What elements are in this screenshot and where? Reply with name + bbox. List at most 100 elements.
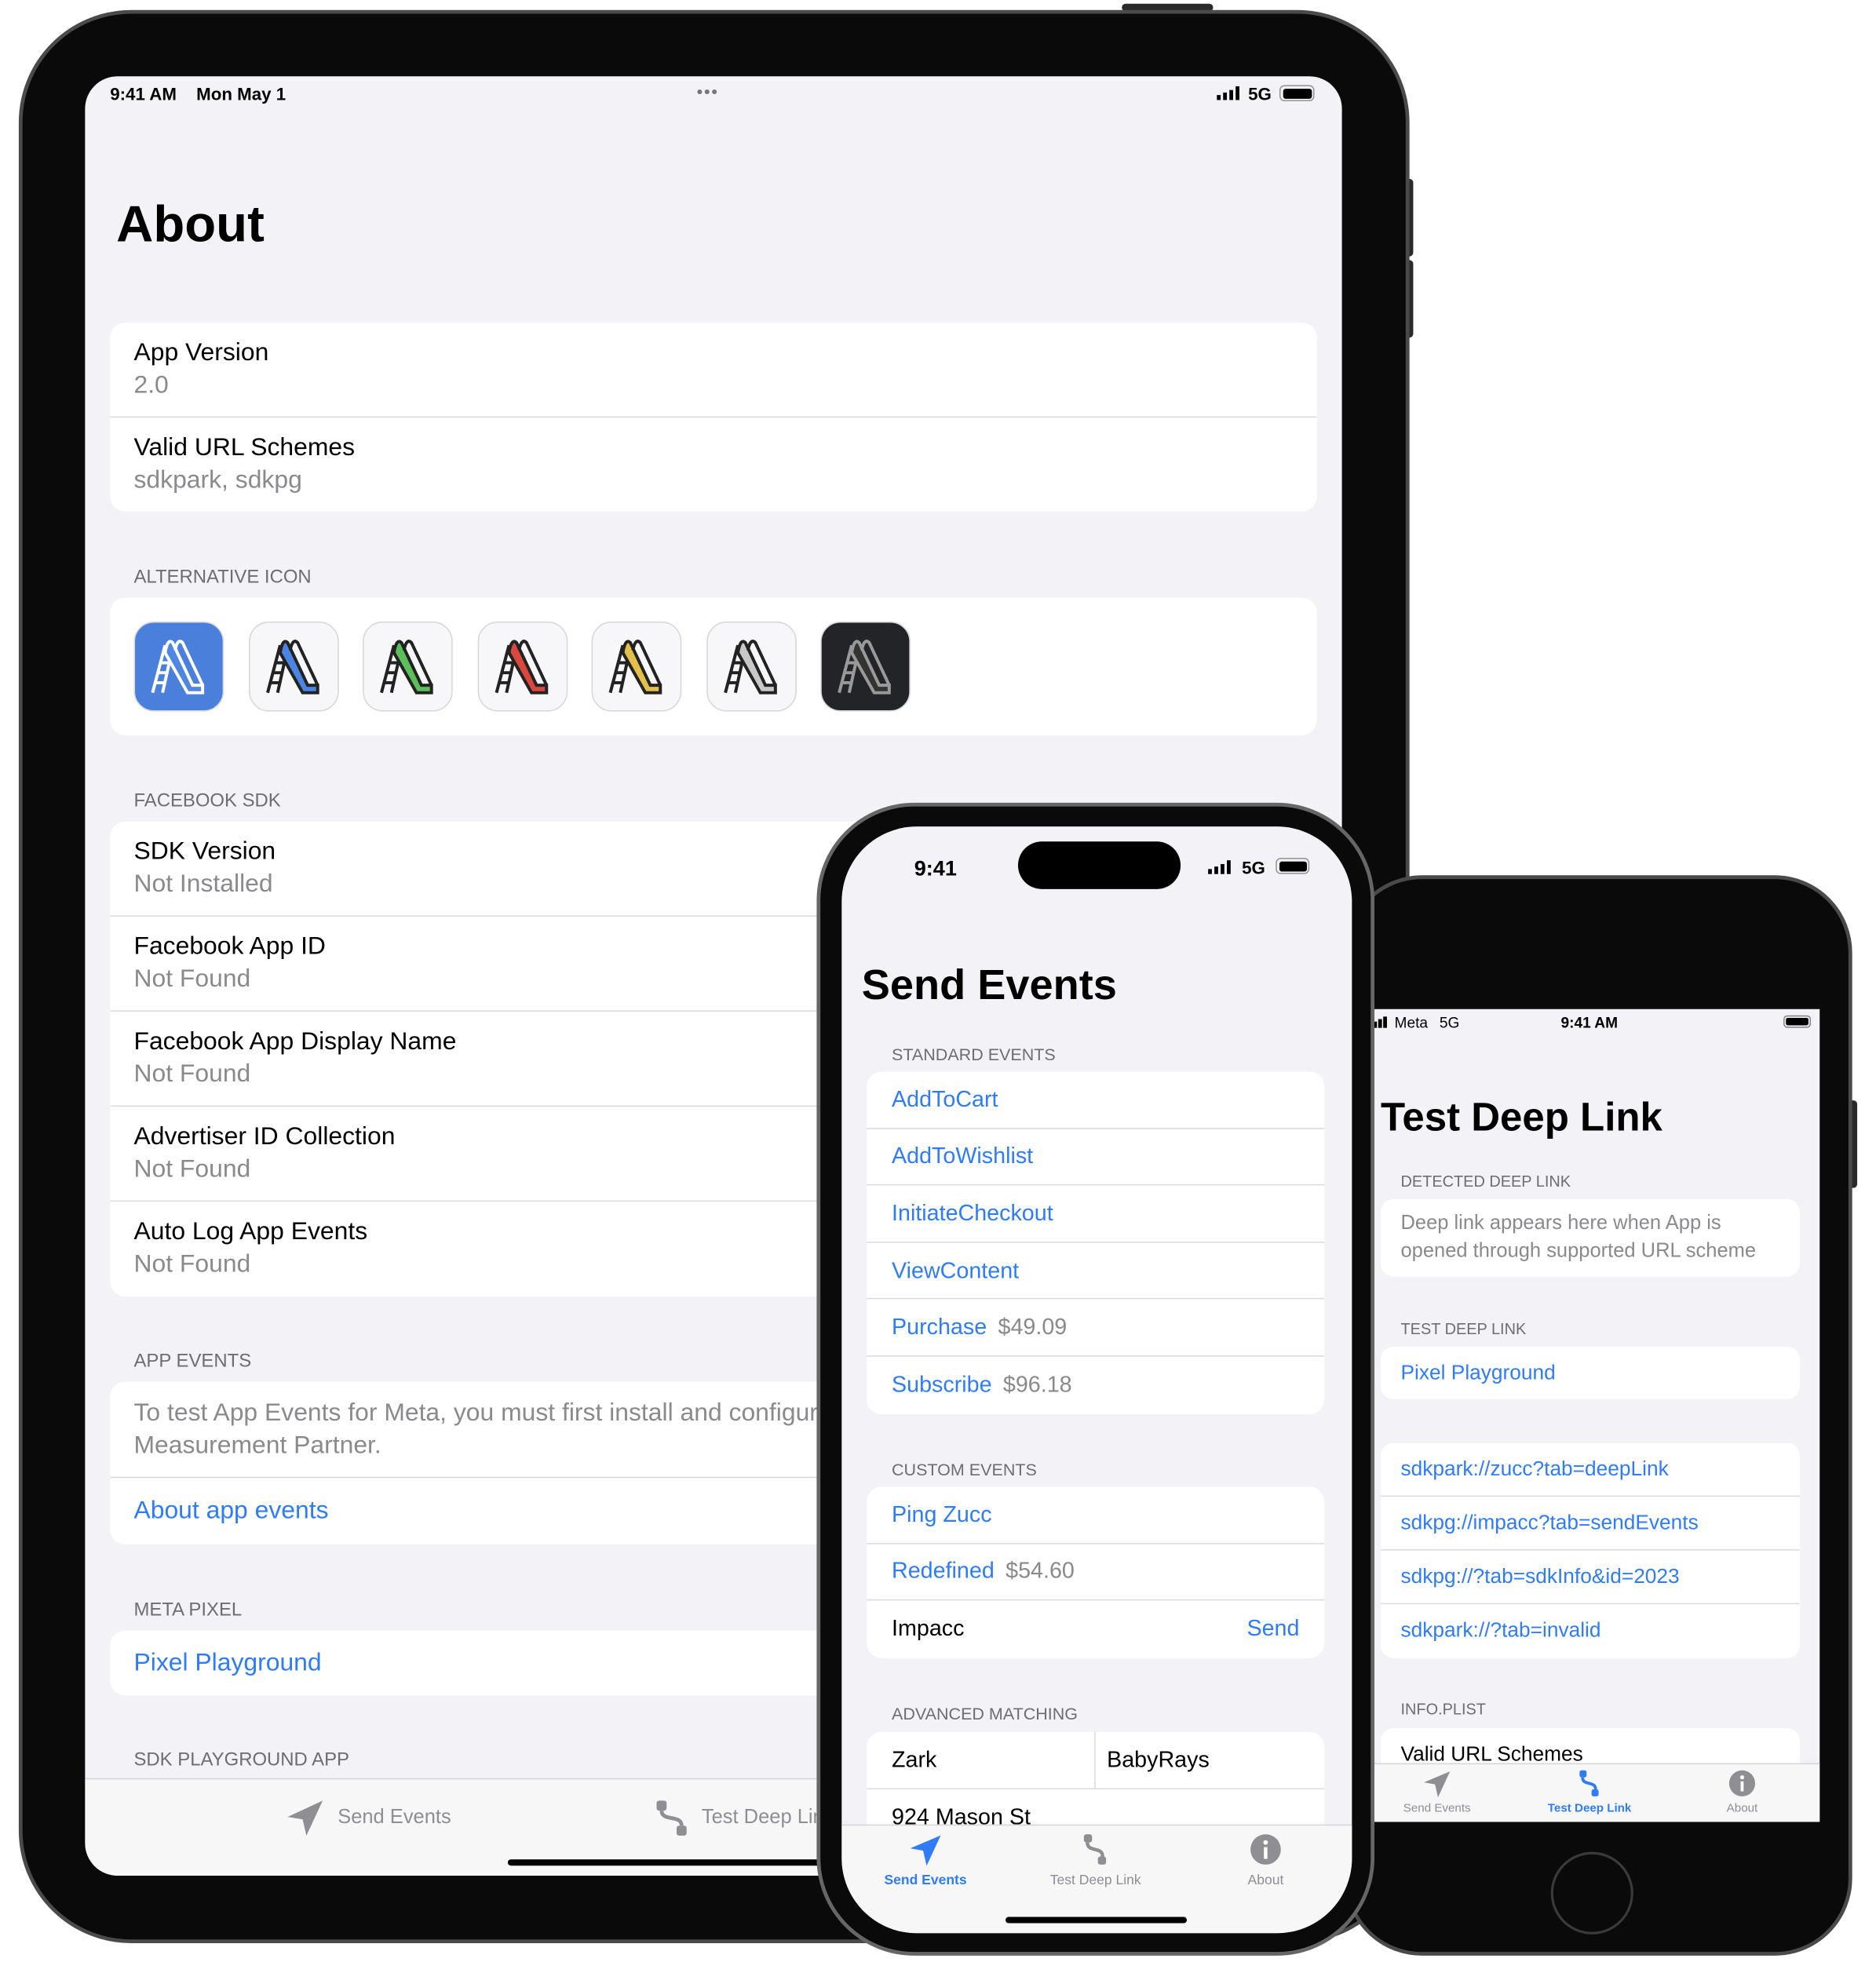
- event-value: $49.09: [998, 1314, 1068, 1340]
- event-name[interactable]: AddToCart: [892, 1086, 998, 1112]
- event-row[interactable]: ViewContent: [867, 1242, 1325, 1300]
- section-header-facebook-sdk: Facebook SDK: [133, 790, 281, 812]
- status-time: 9:41 AM: [110, 83, 177, 104]
- first-name-field[interactable]: Zark: [867, 1731, 1096, 1788]
- carrier-label: Meta: [1394, 1014, 1429, 1032]
- section-header-alt-icon: Alternative Icon: [133, 566, 312, 588]
- alt-icon-gray[interactable]: [706, 621, 797, 712]
- info-row-url-schemes: Valid URL Schemes sdkpark, sdkpg: [110, 418, 1317, 511]
- tab-test-deep-link[interactable]: Test Deep Link: [1020, 1833, 1170, 1888]
- signal-icon: [1208, 860, 1231, 874]
- tab-label: Test Deep Link: [701, 1807, 834, 1829]
- tab-label: Send Events: [884, 1873, 967, 1888]
- tab-about[interactable]: About: [1191, 1833, 1341, 1888]
- last-name-field[interactable]: BabyRays: [1096, 1746, 1210, 1772]
- name-row: Zark BabyRays: [867, 1731, 1325, 1789]
- app-events-description: To test App Events for Meta, you must fi…: [110, 1382, 936, 1479]
- event-name[interactable]: Ping Zucc: [892, 1501, 992, 1527]
- section-header-advanced-matching: Advanced Matching: [892, 1704, 1079, 1723]
- paper-plane-icon: [1424, 1771, 1451, 1798]
- network-label: 5G: [1248, 83, 1272, 104]
- tab-test-deep-link[interactable]: Test Deep Link: [1514, 1770, 1664, 1815]
- standard-events-card: AddToCart AddToWishlist InitiateCheckout Vi…: [867, 1071, 1325, 1414]
- event-row[interactable]: InitiateCheckout: [867, 1186, 1325, 1243]
- slide-icon: [151, 640, 205, 695]
- home-indicator[interactable]: [507, 1859, 821, 1866]
- tab-send-events[interactable]: Send Events: [285, 1800, 451, 1837]
- alt-icon-green[interactable]: [363, 621, 453, 712]
- info-icon: [1250, 1834, 1281, 1865]
- page-title: Send Events: [861, 961, 1117, 1009]
- section-header-detected-deep-link: Detected Deep Link: [1400, 1172, 1571, 1191]
- event-name[interactable]: Subscribe: [892, 1372, 992, 1398]
- row-value: 2.0: [133, 371, 169, 399]
- status-time: 9:41 AM: [1560, 1014, 1619, 1032]
- page-title: Test Deep Link: [1381, 1094, 1662, 1140]
- event-row[interactable]: Ping Zucc: [867, 1486, 1325, 1544]
- tab-about[interactable]: About: [1667, 1770, 1817, 1815]
- iphone-14-screen: 9:41 5G Send Events Standard Events AddT…: [841, 826, 1352, 1934]
- slide-icon: [723, 640, 777, 695]
- home-indicator[interactable]: [1006, 1916, 1188, 1924]
- deep-link-item[interactable]: sdkpg://impacc?tab=sendEvents: [1381, 1497, 1800, 1551]
- network-label: 5G: [1439, 1014, 1460, 1032]
- section-header-meta-pixel: Meta Pixel: [133, 1599, 243, 1621]
- send-button[interactable]: Send: [1246, 1616, 1299, 1642]
- event-value: $96.18: [1002, 1372, 1072, 1398]
- iphone-se-device: Meta 5G 9:41 AM Test Deep Link Detected …: [1344, 875, 1852, 1956]
- multitasking-dots[interactable]: •••: [696, 82, 718, 101]
- status-time: 9:41: [914, 856, 957, 881]
- deep-link-list-card: sdkpark://zucc?tab=deepLink sdkpg://impac…: [1381, 1442, 1800, 1658]
- section-header-standard-events: Standard Events: [892, 1045, 1056, 1064]
- event-row[interactable]: AddToCart: [867, 1071, 1325, 1129]
- tab-label: Send Events: [338, 1807, 451, 1829]
- alt-icon-blue[interactable]: [248, 621, 338, 712]
- info-icon: [1728, 1770, 1756, 1796]
- se-tab-bar: Send Events Test Deep Link About: [1373, 1763, 1820, 1822]
- alt-icon-red[interactable]: [476, 621, 568, 712]
- deep-link-icon: [1579, 1770, 1599, 1796]
- app-info-card: App Version 2.0 Valid URL Schemes sdkpark,…: [110, 323, 1317, 512]
- event-name[interactable]: Purchase: [892, 1315, 987, 1340]
- iphone-se-screen: Meta 5G 9:41 AM Test Deep Link Detected …: [1373, 1008, 1820, 1822]
- deep-link-item[interactable]: sdkpark://zucc?tab=deepLink: [1381, 1443, 1800, 1497]
- section-header-app-events: App Events: [133, 1350, 252, 1372]
- event-name[interactable]: AddToWishlist: [892, 1143, 1033, 1169]
- custom-event-input[interactable]: Impacc: [892, 1616, 964, 1642]
- section-header-test-deep-link: Test Deep Link: [1400, 1320, 1527, 1338]
- alt-icon-blue-blueprint[interactable]: [133, 621, 224, 712]
- row-label: Valid URL Schemes: [133, 433, 356, 461]
- tab-test-deep-link[interactable]: Test Deep Link: [654, 1800, 834, 1837]
- event-name[interactable]: Redefined: [892, 1559, 995, 1585]
- event-name[interactable]: InitiateCheckout: [892, 1201, 1053, 1227]
- deep-link-item[interactable]: sdkpark://?tab=invalid: [1381, 1604, 1800, 1658]
- alt-icon-dark[interactable]: [820, 621, 911, 712]
- event-row[interactable]: AddToWishlist: [867, 1129, 1325, 1186]
- home-button[interactable]: [1550, 1851, 1633, 1935]
- tab-label: About: [1247, 1873, 1284, 1888]
- custom-event-input-row: Impacc Send: [867, 1601, 1324, 1658]
- deep-link-icon: [1083, 1834, 1107, 1865]
- page-title: About: [116, 195, 265, 253]
- event-row[interactable]: Redefined $54.60: [867, 1544, 1325, 1601]
- network-label: 5G: [1242, 858, 1265, 878]
- tab-send-events[interactable]: Send Events: [850, 1833, 1000, 1888]
- section-header-info-plist: Info.plist: [1400, 1700, 1486, 1719]
- tab-send-events[interactable]: Send Events: [1373, 1770, 1512, 1815]
- event-row[interactable]: Subscribe $96.18: [867, 1357, 1324, 1414]
- dynamic-island: [1017, 841, 1181, 889]
- deep-link-item[interactable]: sdkpg://?tab=sdkInfo&id=2023: [1381, 1551, 1800, 1605]
- alt-icon-yellow[interactable]: [591, 621, 682, 712]
- section-header-custom-events: Custom Events: [892, 1460, 1037, 1479]
- signal-icon: [1373, 1016, 1387, 1028]
- battery-icon: [1783, 1015, 1812, 1028]
- event-value: $54.60: [1006, 1558, 1075, 1584]
- pixel-playground-link[interactable]: Pixel Playground: [1381, 1347, 1800, 1399]
- detected-deep-link-text: Deep link appears here when App is opene…: [1400, 1213, 1757, 1262]
- info-row-app-version: App Version 2.0: [110, 323, 1317, 418]
- deep-link-icon: [656, 1800, 687, 1836]
- paper-plane-icon: [287, 1800, 323, 1836]
- event-row[interactable]: Purchase $49.09: [867, 1300, 1325, 1357]
- battery-icon: [1279, 85, 1315, 102]
- event-name[interactable]: ViewContent: [892, 1257, 1019, 1283]
